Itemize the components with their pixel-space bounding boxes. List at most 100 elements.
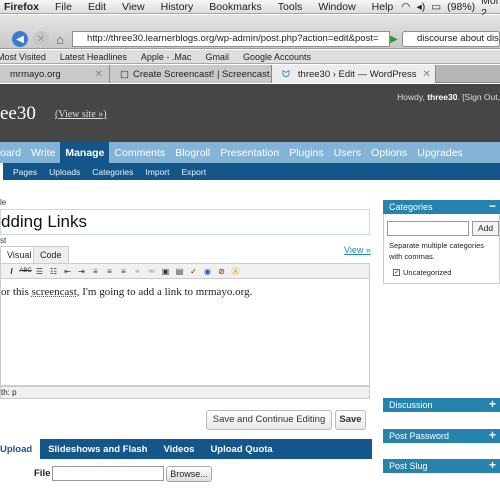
nav-manage[interactable]: Manage — [60, 142, 110, 164]
align-left-icon[interactable]: ≡ — [91, 267, 100, 276]
howdy-prefix: Howdy, — [397, 92, 428, 102]
spellcheck-icon[interactable]: ✓ — [189, 267, 198, 276]
italic-icon[interactable]: I — [7, 267, 16, 276]
nav-presentation[interactable]: Presentation — [215, 142, 284, 164]
expand-icon[interactable]: + — [489, 428, 496, 442]
menu-help[interactable]: Help — [364, 1, 402, 13]
tab-upload[interactable]: Upload — [0, 439, 41, 459]
advanced-icon[interactable]: Ⓐ — [231, 267, 240, 276]
menu-tools[interactable]: Tools — [270, 1, 311, 13]
align-right-icon[interactable]: ≡ — [119, 267, 128, 276]
browse-button[interactable]: Browse... — [166, 466, 212, 482]
expand-icon[interactable]: + — [489, 397, 496, 411]
discussion-title: Discussion — [389, 400, 433, 410]
save-button[interactable]: Save — [335, 410, 366, 430]
editor-path-bar: th: p — [0, 386, 370, 399]
new-category-input[interactable] — [387, 221, 469, 236]
nav-dashboard[interactable]: oard — [0, 142, 26, 164]
bookmark-google-accounts[interactable]: Google Accounts — [236, 52, 318, 62]
back-icon[interactable]: ◀ — [12, 31, 28, 47]
howdy-user[interactable]: three30 — [427, 92, 457, 102]
subnav-import[interactable]: Import — [139, 167, 175, 177]
categories-panel-header[interactable]: Categories − — [383, 199, 500, 214]
bookmark-latest-headlines[interactable]: Latest Headlines — [53, 52, 134, 62]
sign-out-link[interactable]: . [Sign Out, — [457, 92, 500, 102]
help-icon[interactable]: ◉ — [203, 267, 212, 276]
menu-edit[interactable]: Edit — [80, 1, 114, 13]
menu-bookmarks[interactable]: Bookmarks — [201, 1, 270, 13]
close-icon[interactable]: ✕ — [33, 31, 49, 47]
volume-icon[interactable]: ◂) — [416, 1, 425, 13]
file-input[interactable] — [52, 466, 164, 481]
bullet-list-icon[interactable]: ☰ — [35, 267, 44, 276]
subnav-categories[interactable]: Categories — [86, 167, 139, 177]
add-category-button[interactable]: Add — [472, 221, 499, 236]
image-icon[interactable]: ▣ — [161, 267, 170, 276]
view-site-link[interactable]: (View site ») — [55, 109, 107, 120]
editor-toolbar: I ABC ☰ ☷ ⇤ ⇥ ≡ ≡ ≡ ⚭ ⚮ ▣ ▤ ✓ ◉ ⊘ Ⓐ — [0, 263, 370, 279]
post-title-input[interactable]: dding Links — [0, 209, 370, 235]
categories-help-text: Separate multiple categories with commas… — [389, 241, 485, 261]
outdent-icon[interactable]: ⇤ — [63, 267, 72, 276]
tab-slideshows[interactable]: Slideshows and Flash — [40, 439, 155, 459]
post-label: st — [0, 236, 7, 245]
save-continue-button[interactable]: Save and Continue Editing — [206, 410, 332, 430]
collapse-icon[interactable]: − — [489, 199, 496, 213]
checkbox-icon[interactable]: ✓ — [393, 269, 400, 276]
post-content-editor[interactable]: or this screencast, I'm going to add a l… — [0, 279, 370, 386]
discussion-panel-header[interactable]: Discussion + — [383, 397, 500, 412]
indent-icon[interactable]: ⇥ — [77, 267, 86, 276]
url-bar[interactable]: http://three30.learnerblogs.org/wp-admin… — [72, 31, 390, 47]
subnav-uploads[interactable]: Uploads — [43, 167, 86, 177]
tab-videos[interactable]: Videos — [155, 439, 202, 459]
expand-icon[interactable]: + — [489, 458, 496, 472]
tab-upload-quota[interactable]: Upload Quota — [202, 439, 280, 459]
tab-code[interactable]: Code — [33, 246, 69, 263]
home-icon[interactable]: ⌂ — [52, 31, 68, 47]
post-password-panel-header[interactable]: Post Password + — [383, 428, 500, 443]
menu-window[interactable]: Window — [310, 1, 363, 13]
nav-write[interactable]: Write — [26, 142, 60, 164]
upload-tabs: Upload Slideshows and Flash Videos Uploa… — [0, 439, 372, 459]
tab-mrmayo[interactable]: mrmayo.org ✕ — [0, 65, 110, 83]
nav-users[interactable]: Users — [329, 142, 366, 164]
strikethrough-icon[interactable]: ABC — [19, 267, 31, 276]
menu-history[interactable]: History — [153, 1, 202, 13]
nav-plugins[interactable]: Plugins — [284, 142, 328, 164]
nav-options[interactable]: Options — [366, 142, 412, 164]
post-slug-title: Post Slug — [389, 461, 428, 471]
search-input[interactable]: discourse about disc — [402, 31, 500, 47]
title-label: le — [0, 198, 7, 207]
bookmark-gmail[interactable]: Gmail — [198, 52, 236, 62]
subnav-export[interactable]: Export — [176, 167, 213, 177]
bookmark-apple-mac[interactable]: Apple - .Mac — [134, 52, 199, 62]
go-icon[interactable]: ▶ — [386, 31, 402, 47]
tab-wordpress[interactable]: ᗢ three30 › Edit — WordPress ✕ — [272, 65, 436, 83]
nav-upgrades[interactable]: Upgrades — [412, 142, 468, 164]
wifi-icon[interactable]: ◠ — [401, 1, 410, 13]
compass-icon[interactable]: ⊘ — [217, 267, 226, 276]
close-icon[interactable]: ✕ — [89, 69, 103, 80]
category-uncategorized[interactable]: ✓ Uncategorized — [393, 268, 451, 277]
menu-view[interactable]: View — [114, 1, 153, 13]
wp-sub-nav: Pages Uploads Categories Import Export — [0, 163, 500, 180]
more-icon[interactable]: ▤ — [175, 267, 184, 276]
unlink-icon[interactable]: ⚮ — [147, 267, 156, 276]
link-icon[interactable]: ⚭ — [133, 267, 142, 276]
numbered-list-icon[interactable]: ☷ — [49, 267, 58, 276]
nav-blogroll[interactable]: Blogroll — [170, 142, 215, 164]
menu-file[interactable]: File — [47, 1, 80, 13]
post-password-title: Post Password — [389, 431, 450, 441]
bookmark-most-visited[interactable]: Most Visited — [0, 52, 53, 62]
menu-firefox[interactable]: Firefox — [0, 1, 47, 13]
subnav-pages[interactable]: Pages — [7, 167, 43, 177]
view-post-link[interactable]: View » — [344, 245, 371, 255]
align-center-icon[interactable]: ≡ — [105, 267, 114, 276]
browser-tabs: mrmayo.org ✕ ▢ Create Screencast! | Scre… — [0, 65, 500, 83]
nav-comments[interactable]: Comments — [109, 142, 170, 164]
battery-icon[interactable]: ▭ — [431, 1, 441, 13]
post-slug-panel-header[interactable]: Post Slug + — [383, 458, 500, 473]
wordpress-icon: ᗢ — [282, 68, 290, 80]
tab-screencast[interactable]: ▢ Create Screencast! | Screencast... ✕ — [110, 65, 272, 83]
close-icon[interactable]: ✕ — [417, 69, 431, 80]
